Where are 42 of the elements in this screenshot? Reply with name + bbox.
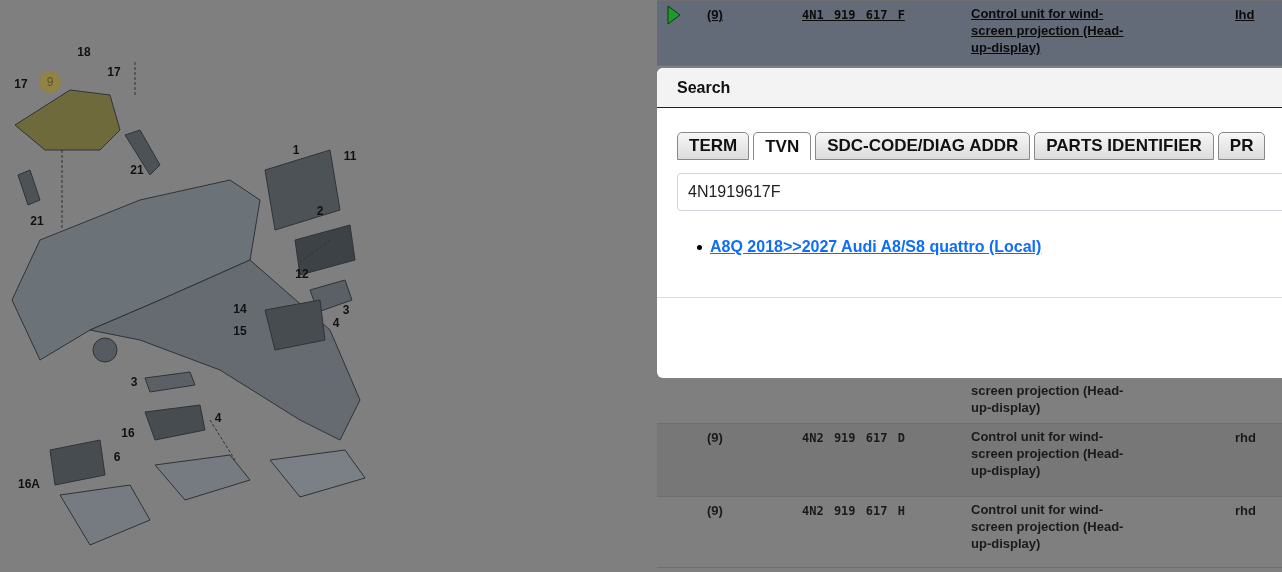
description-cell-text: Control unit for wind-screen projection (Head-up-display) [971,5,1125,56]
callout-number[interactable]: 21 [30,215,44,227]
description-cell-text: Control unit for wind-screen projection (Head-up-display) [971,501,1125,552]
tab[interactable]: PARTS IDENTIFIER [1034,132,1214,160]
callout-number[interactable]: 15 [233,325,247,337]
play-icon [667,5,681,25]
table-row[interactable]: (9) 4N1 919 617 F Control unit for wind-screen projection (Head-up-display) lhd [657,0,1282,66]
dialog-title: Search [677,77,731,98]
result-link[interactable]: A8Q 2018>>2027 Audi A8/S8 quattro (Local) [710,235,1042,259]
callout-number[interactable]: 16 [121,427,135,439]
bullet-icon [697,244,702,250]
tab[interactable]: SDC-CODE/DIAG ADDR [815,132,1031,160]
callout-number[interactable]: 11 [343,150,357,162]
part-number-cell: 4N2 919 617 H [802,504,905,518]
description-cell-text: Control unit for wind-screen projection (Head-up-display) [971,428,1125,479]
callout-number[interactable]: 18 [77,46,91,58]
callout-number[interactable]: 4 [214,412,222,424]
callout-number[interactable]: 4 [332,317,340,329]
callout-number[interactable]: 2 [316,205,324,217]
description-cell-text: screen projection (Head-up-display) [971,382,1125,416]
callout-number[interactable]: 21 [130,164,144,176]
remark-cell: lhd [1235,7,1255,22]
position-cell: (9) [707,7,723,22]
part-number-cell: 4N1 919 617 F [802,8,905,22]
part-number-cell: 4N2 919 617 D [802,431,905,445]
remark-cell: rhd [1235,503,1256,518]
callout-number[interactable]: 6 [113,451,121,463]
callout-number[interactable]: 17 [107,66,121,78]
remark-cell: rhd [1235,430,1256,445]
callout-number[interactable]: 17 [14,78,28,90]
tab[interactable]: TVN [753,132,812,160]
table-row[interactable]: (9) 4N2 919 617 D Control unit for wind-screen projection (Head-up-display) rhd [657,424,1282,497]
callout-number[interactable]: 1 [292,144,300,156]
tab[interactable]: TERM [677,132,750,160]
callout-number[interactable]: 3 [342,304,350,316]
callout-number[interactable]: 14 [233,303,247,315]
position-cell: (9) [707,430,723,445]
position-cell: (9) [707,503,723,518]
callout-number[interactable]: 3 [130,376,138,388]
search-field[interactable]: 4N1919617F [677,173,1282,211]
callout-number[interactable]: 16A [18,478,40,490]
tab[interactable]: PR [1217,132,1266,160]
